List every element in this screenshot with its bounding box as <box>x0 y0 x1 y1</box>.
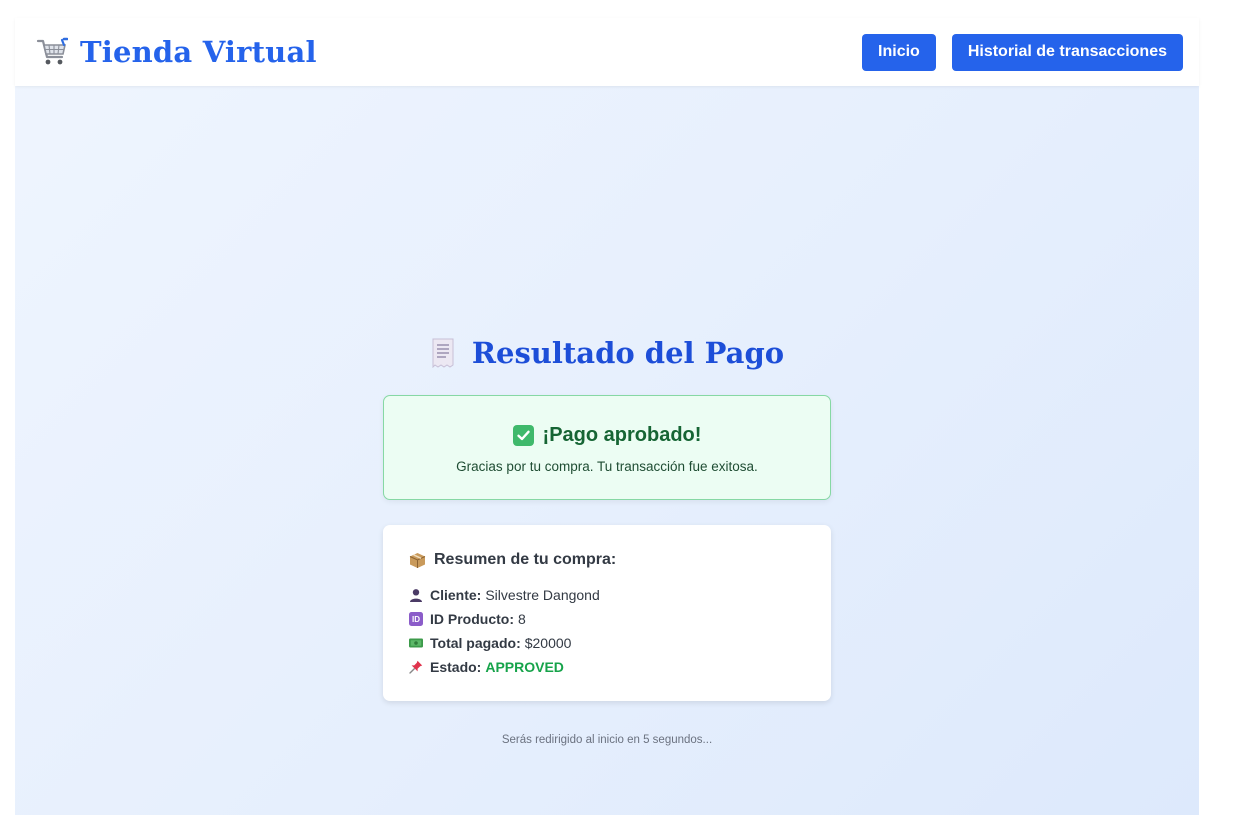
summary-row-status: Estado: APPROVED <box>409 655 805 679</box>
money-icon <box>409 638 423 648</box>
summary-row-client: Cliente: Silvestre Dangond <box>409 583 805 607</box>
top-navbar: Tienda Virtual Inicio Historial de trans… <box>15 18 1199 86</box>
check-box-icon <box>512 425 534 446</box>
redirect-notice: Serás redirigido al inicio en 5 segundos… <box>501 734 713 746</box>
status-badge: APPROVED <box>485 659 564 675</box>
total-label: Total pagado: <box>430 635 521 651</box>
home-button[interactable]: Inicio <box>862 33 936 71</box>
main-nav: Inicio Historial de transacciones <box>862 33 1183 71</box>
payment-approved-alert: ¡Pago aprobado! Gracias por tu compra. T… <box>383 395 831 500</box>
shopping-cart-icon <box>36 37 68 65</box>
main-content: Resultado del Pago ¡Pago aprobado! Graci… <box>15 86 1199 815</box>
client-label: Cliente: <box>430 587 482 603</box>
page-title-row: Resultado del Pago <box>15 336 1199 370</box>
product-id-value: 8 <box>518 611 526 627</box>
receipt-icon <box>432 338 454 368</box>
transaction-history-button[interactable]: Historial de transacciones <box>951 33 1183 71</box>
svg-text:ID: ID <box>412 615 420 624</box>
app-window: Tienda Virtual Inicio Historial de trans… <box>15 18 1199 815</box>
summary-row-total: Total pagado: $20000 <box>409 631 805 655</box>
alert-header: ¡Pago aprobado! <box>384 424 830 447</box>
total-value: $20000 <box>524 635 572 651</box>
status-label: Estado: <box>430 659 482 675</box>
summary-header: Resumen de tu compra: <box>409 551 805 569</box>
alert-title: ¡Pago aprobado! <box>542 424 702 446</box>
brand[interactable]: Tienda Virtual <box>36 35 317 69</box>
alert-message: Gracias por tu compra. Tu transacción fu… <box>456 459 758 474</box>
person-icon <box>410 589 422 602</box>
package-icon <box>409 552 426 568</box>
product-id-label: ID Producto: <box>430 611 514 627</box>
purchase-summary-card: Resumen de tu compra: Cliente: Silvestre… <box>383 525 831 701</box>
summary-row-product-id: ID ID Producto: 8 <box>409 607 805 631</box>
brand-title: Tienda Virtual <box>80 35 317 69</box>
page-title: Resultado del Pago <box>471 336 785 370</box>
id-icon: ID <box>409 612 423 626</box>
pin-icon <box>409 660 423 674</box>
summary-title: Resumen de tu compra: <box>434 551 617 568</box>
client-value: Silvestre Dangond <box>485 587 600 603</box>
